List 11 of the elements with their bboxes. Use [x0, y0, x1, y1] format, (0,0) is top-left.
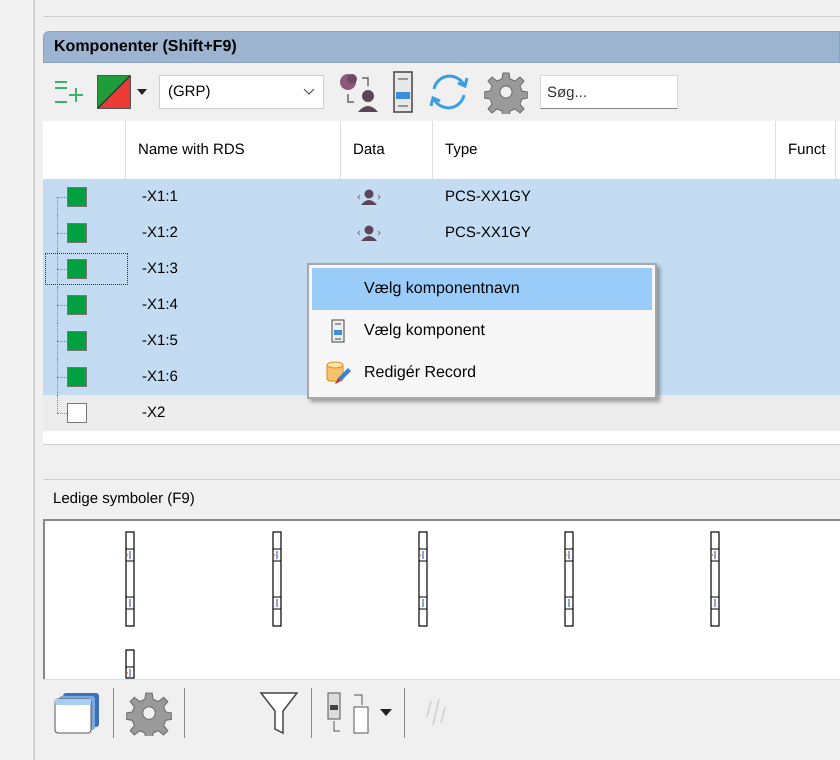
table-cell: -X1:2 — [142, 224, 178, 241]
table-cell: PCS-XX1GY — [445, 224, 531, 241]
table-cell: PCS-XX1GY — [445, 188, 531, 205]
panel-title: Komponenter (Shift+F9) — [54, 37, 237, 57]
table-cell: -X1:5 — [142, 332, 178, 349]
table-cell: -X2 — [142, 404, 166, 421]
panel-title: Ledige symboler (F9) — [53, 489, 195, 510]
table-cell: -X1:3 — [142, 260, 178, 277]
table-cell: -X1:6 — [142, 368, 178, 385]
table-cell: -X1:4 — [142, 296, 178, 313]
table-cell: -X1:1 — [142, 188, 178, 205]
